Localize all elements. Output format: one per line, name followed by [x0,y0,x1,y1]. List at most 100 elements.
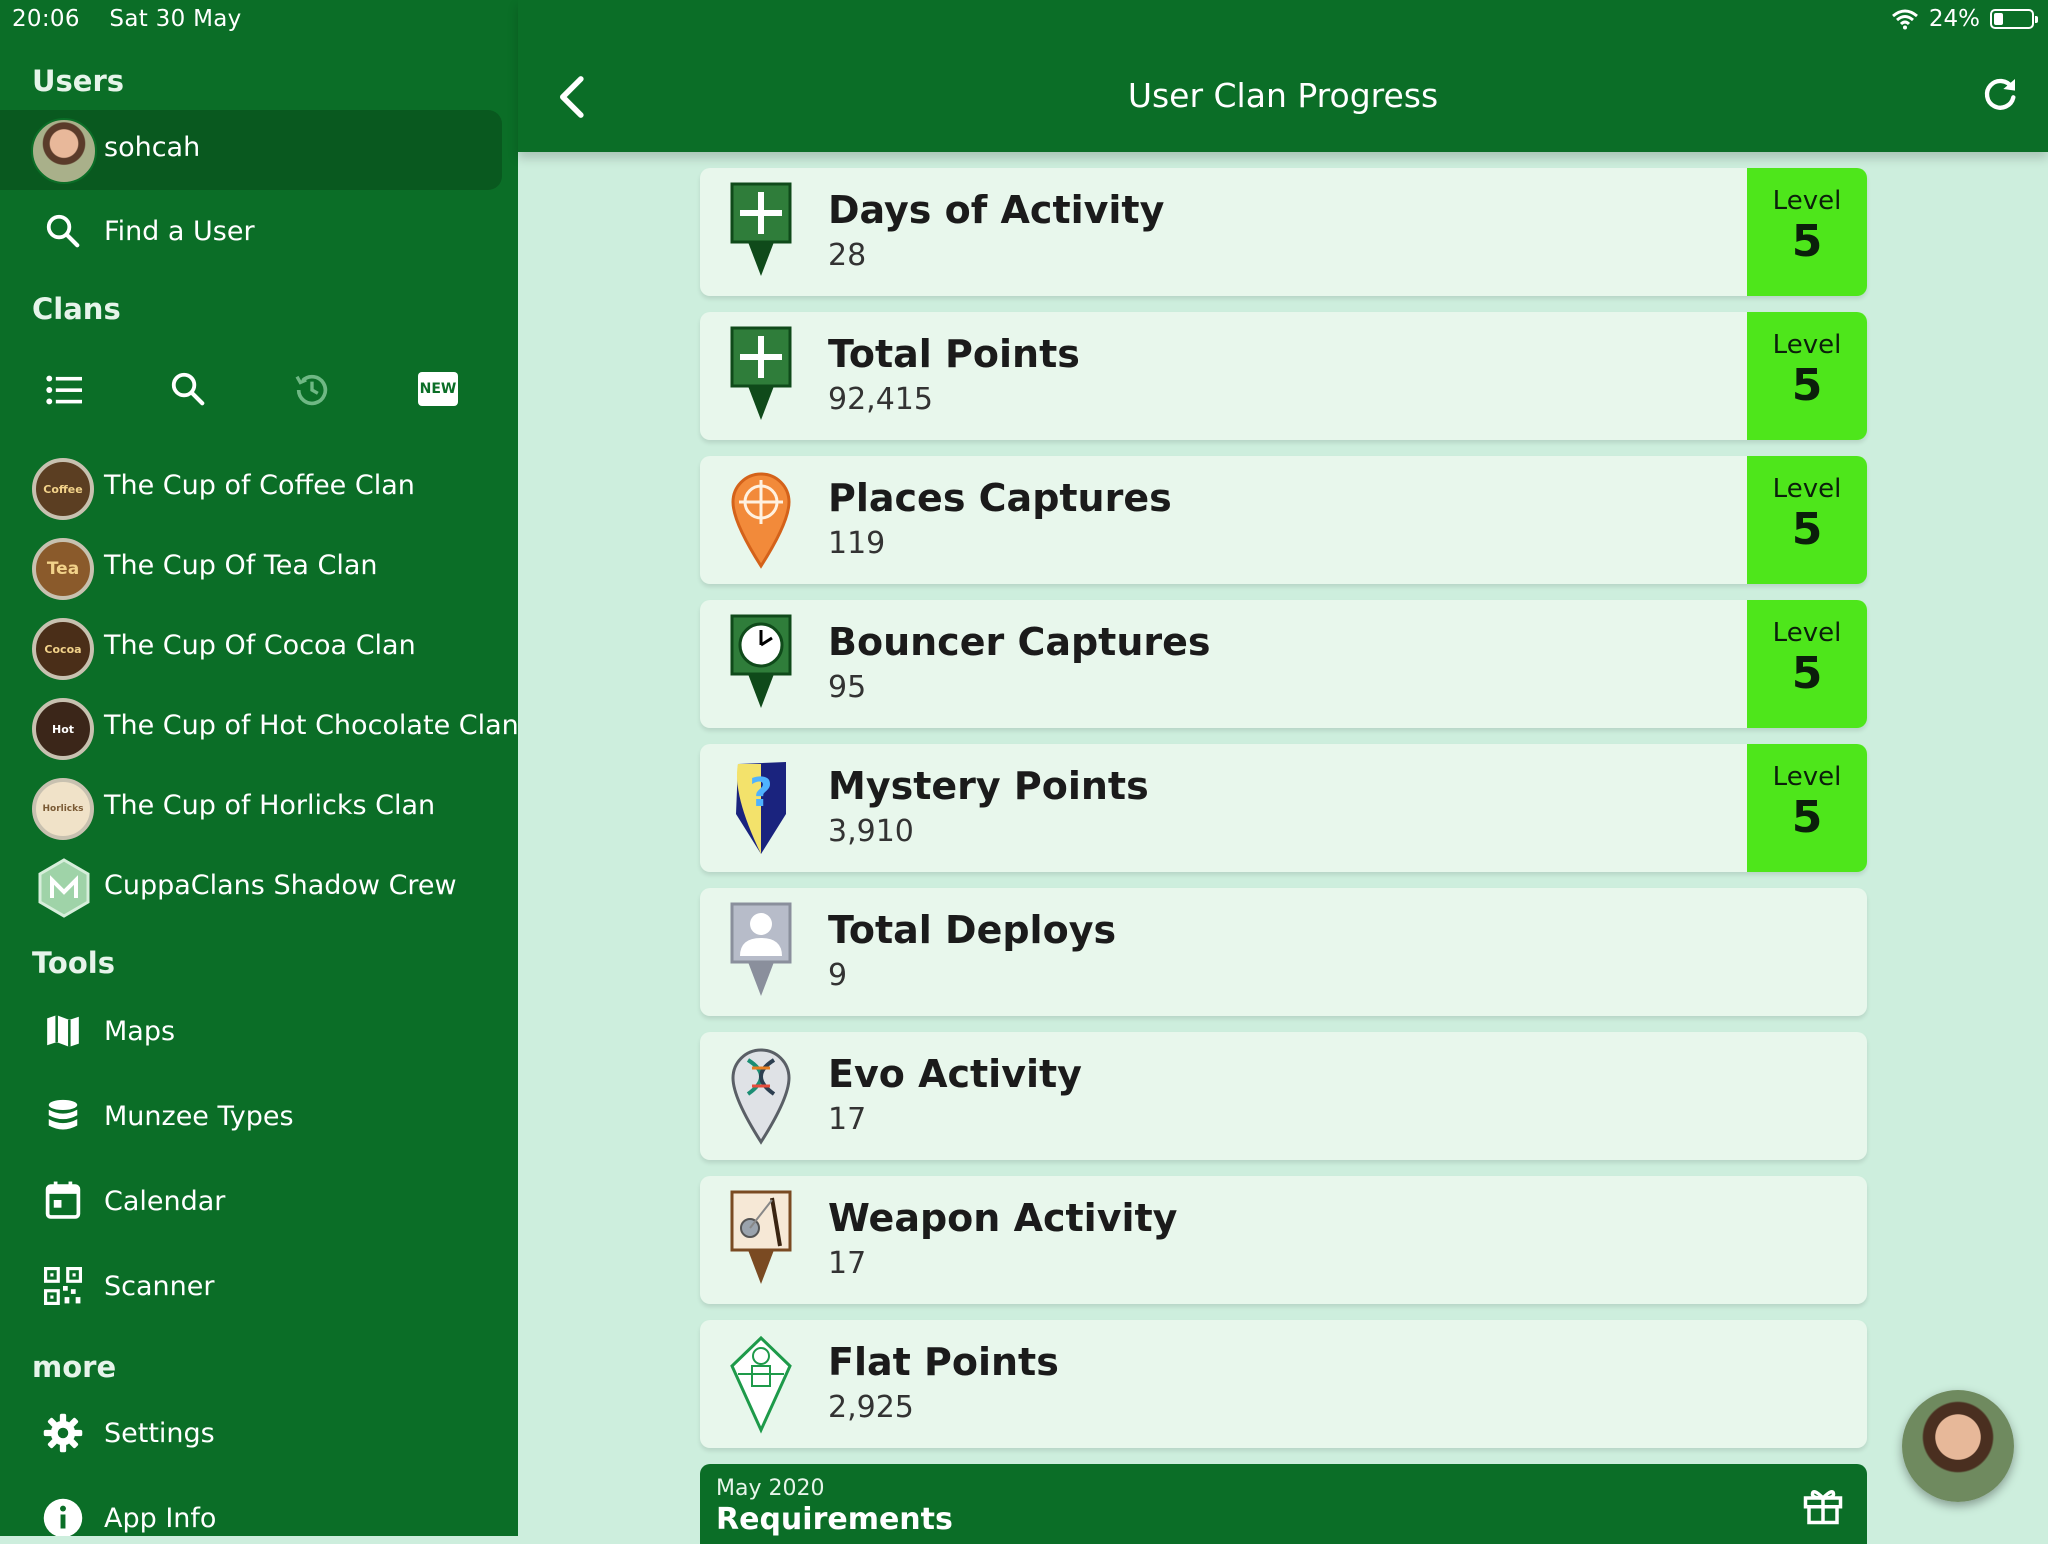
clan-name: The Cup Of Cocoa Clan [104,630,416,661]
sidebar-item-clan[interactable]: CuppaClans Shadow Crew [0,856,518,926]
level-value: 5 [1791,360,1823,411]
sidebar-item-label: Munzee Types [104,1101,294,1132]
search-icon[interactable] [169,370,207,408]
clan-badge-icon: Horlicks [32,778,94,840]
sidebar-item-calendar[interactable]: Calendar [0,1170,518,1240]
battery-percent: 24% [1928,6,1980,32]
sidebar-item-munzee-types[interactable]: Munzee Types [0,1085,518,1155]
more-section-title: more [32,1350,117,1384]
calendar-icon [45,1181,81,1219]
sidebar-item-label: App Info [104,1503,217,1534]
status-time: 20:06 [12,6,80,32]
wifi-icon [1891,9,1918,30]
sidebar-item-find-user[interactable]: Find a User [0,198,518,268]
refresh-icon[interactable] [1980,74,2020,114]
requirement-value: 17 [828,1246,867,1281]
requirement-value: 28 [828,238,867,273]
clan-name: The Cup Of Tea Clan [104,550,378,581]
sidebar-item-settings[interactable]: Settings [0,1400,518,1470]
requirement-card[interactable]: Total Points 92,415 Level 5 [700,312,1867,440]
shadow-crew-icon [38,858,90,918]
requirement-card[interactable]: Bouncer Captures 95 Level 5 [700,600,1867,728]
clan-name: CuppaClans Shadow Crew [104,870,457,901]
level-label: Level [1772,186,1842,216]
requirement-card[interactable]: Weapon Activity 17 [700,1176,1867,1304]
info-icon [43,1498,83,1536]
clan-badge-label: Tea [46,559,80,579]
sidebar-item-label: Settings [104,1418,215,1449]
requirement-value: 9 [828,958,848,993]
clan-badge-icon: Tea [32,538,94,600]
map-icon [47,1015,79,1047]
footer-subtitle: May 2020 [716,1476,825,1501]
requirements-list: Days of Activity 28 Level 5 Total Points… [518,152,2048,1544]
sidebar-item-clan[interactable]: Tea The Cup Of Tea Clan [0,536,518,606]
clock-pin-icon [730,614,792,708]
level-badge: Level 5 [1747,312,1867,440]
tools-section-title: Tools [32,946,115,980]
gift-icon[interactable] [1801,1484,1845,1526]
level-value: 5 [1791,648,1823,699]
new-badge-label: NEW [419,381,457,397]
weapon-pin-icon [730,1190,792,1284]
orange-target-pin-icon [731,472,791,569]
sidebar-item-label: Calendar [104,1186,226,1217]
level-value: 5 [1791,216,1823,267]
current-user-name: sohcah [104,132,201,163]
person-pin-icon [730,902,792,996]
clan-badge-label: Cocoa [44,642,82,656]
level-badge: Level 5 [1747,456,1867,584]
sidebar-item-maps[interactable]: Maps [0,1000,518,1070]
requirement-card[interactable]: Days of Activity 28 Level 5 [700,168,1867,296]
sidebar: 20:06 Sat 30 May Users sohcah Find a Use… [0,0,518,1536]
gear-icon [43,1413,83,1453]
requirement-card[interactable]: Flat Points 2,925 [700,1320,1867,1448]
user-avatar-button[interactable] [1902,1390,2014,1502]
clan-badge-label: Hot [51,722,75,736]
status-bar-left: 20:06 Sat 30 May [12,6,264,32]
requirement-value: 119 [828,526,886,561]
clan-name: The Cup of Horlicks Clan [104,790,436,821]
list-icon[interactable] [44,372,84,408]
requirement-value: 3,910 [828,814,914,849]
users-section-title: Users [32,64,125,98]
clan-badge-icon: Cocoa [32,618,94,680]
sidebar-item-clan[interactable]: Cocoa The Cup Of Cocoa Clan [0,616,518,686]
battery-fill [1994,13,2003,25]
requirement-title: Mystery Points [828,764,1149,808]
sidebar-item-clan[interactable]: Coffee The Cup of Coffee Clan [0,456,518,526]
sidebar-item-scanner[interactable]: Scanner [0,1255,518,1325]
requirement-value: 92,415 [828,382,933,417]
level-label: Level [1772,618,1842,648]
qr-code-icon [44,1267,82,1305]
requirement-card[interactable]: Evo Activity 17 [700,1032,1867,1160]
sidebar-item-clan[interactable]: Hot The Cup of Hot Chocolate Clan [0,696,518,766]
new-icon[interactable]: NEW [418,372,458,406]
sidebar-item-clan[interactable]: Horlicks The Cup of Horlicks Clan [0,776,518,846]
history-icon[interactable] [292,370,332,410]
sidebar-item-label: Scanner [104,1271,215,1302]
requirement-title: Total Deploys [828,908,1117,952]
flat-pin-icon [730,1335,792,1434]
battery-icon [1990,9,2038,29]
find-user-label: Find a User [104,216,255,247]
requirement-title: Total Points [828,332,1080,376]
status-date: Sat 30 May [109,6,242,32]
requirement-card[interactable]: Total Deploys 9 [700,888,1867,1016]
search-icon [46,214,80,248]
evo-pin-icon [731,1048,791,1145]
requirements-footer[interactable]: May 2020 Requirements [700,1464,1867,1544]
requirement-card[interactable]: Places Captures 119 Level 5 [700,456,1867,584]
requirement-card[interactable]: ? Mystery Points 3,910 Level 5 [700,744,1867,872]
clan-badge-icon: Coffee [32,458,94,520]
requirement-title: Days of Activity [828,188,1165,232]
footer-title: Requirements [716,1502,953,1537]
level-label: Level [1772,330,1842,360]
level-label: Level [1772,762,1842,792]
clan-name: The Cup of Coffee Clan [104,470,415,501]
sidebar-item-app-info[interactable]: App Info [0,1485,518,1536]
svg-text:?: ? [749,770,772,816]
clans-section-title: Clans [32,292,121,326]
mystery-pin-icon: ? [736,762,786,854]
sidebar-item-current-user[interactable]: sohcah [0,110,502,190]
